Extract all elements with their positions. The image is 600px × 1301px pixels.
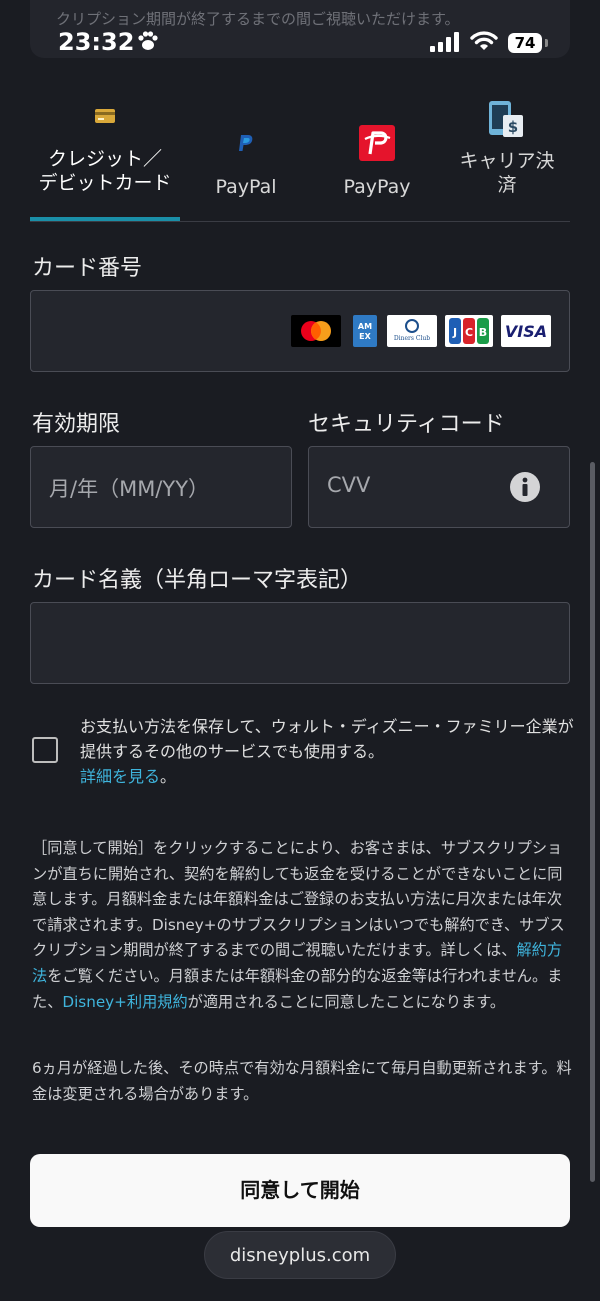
svg-text:EX: EX xyxy=(359,332,371,341)
tab-label: PayPay xyxy=(343,176,411,198)
cardholder-name-label: カード名義（半角ローマ字表記） xyxy=(32,568,363,593)
svg-text:$: $ xyxy=(508,118,518,136)
legal-text: ［同意して開始］をクリックすることにより、お客さまは、サブスクリプションが直ちに… xyxy=(32,836,572,1015)
svg-text:Diners Club: Diners Club xyxy=(394,335,430,342)
svg-text:B: B xyxy=(479,326,487,339)
wifi-icon xyxy=(470,31,498,50)
tab-carrier-billing[interactable]: $ キャリア決 済 xyxy=(444,95,570,223)
tabs-divider xyxy=(30,221,570,222)
expiry-input[interactable]: 月/年（MM/YY） xyxy=(30,446,292,528)
battery-icon: 74 xyxy=(508,33,542,53)
terms-link[interactable]: Disney+利用規約 xyxy=(62,993,187,1011)
diners-club-icon: Diners Club xyxy=(387,315,437,347)
svg-text:VISA: VISA xyxy=(505,322,547,341)
paw-icon xyxy=(138,31,158,50)
tab-paypal[interactable]: PayPal xyxy=(182,95,310,223)
info-icon[interactable] xyxy=(509,471,541,503)
cvv-input[interactable]: CVV xyxy=(308,446,570,528)
save-payment-checkbox[interactable] xyxy=(32,737,58,763)
legal-part1: ［同意して開始］をクリックすることにより、お客さまは、サブスクリプションが直ちに… xyxy=(32,839,565,960)
signal-icon xyxy=(430,32,459,52)
url-bar[interactable]: disneyplus.com xyxy=(204,1231,396,1279)
save-payment-description: お支払い方法を保存して、ウォルト・ディズニー・ファミリー企業が提供するその他のサ… xyxy=(80,717,574,761)
paypal-icon xyxy=(239,135,253,151)
details-link[interactable]: 詳細を見る xyxy=(80,767,160,786)
card-number-input[interactable]: AM EX Diners Club J C B VISA xyxy=(30,290,570,372)
status-time: 23:32 xyxy=(58,28,135,56)
jcb-icon: J C B xyxy=(445,315,493,347)
svg-text:AM: AM xyxy=(358,322,372,331)
card-number-label: カード番号 xyxy=(32,256,143,281)
mastercard-icon xyxy=(291,315,341,347)
paypay-icon xyxy=(359,125,395,161)
legal-part3: が適用されることに同意したことになります。 xyxy=(187,992,506,1011)
agree-and-start-button[interactable]: 同意して開始 xyxy=(30,1154,570,1227)
amex-icon: AM EX xyxy=(353,315,377,347)
tab-label: PayPal xyxy=(215,176,277,198)
status-bar: 23:32 74 xyxy=(0,0,600,90)
svg-text:C: C xyxy=(465,326,473,339)
expiry-placeholder: 月/年（MM/YY） xyxy=(49,477,210,501)
tab-label: クレジット／ デビットカード xyxy=(38,148,172,194)
cardholder-name-input[interactable] xyxy=(30,602,570,684)
visa-icon: VISA xyxy=(501,315,551,347)
payment-method-tabs: クレジット／ デビットカード PayPal PayPay $ キャリア決 済 xyxy=(30,95,570,223)
save-payment-text: お支払い方法を保存して、ウォルト・ディズニー・ファミリー企業が提供するその他のサ… xyxy=(80,714,580,789)
tab-paypay[interactable]: PayPay xyxy=(312,95,442,223)
card-brand-logos: AM EX Diners Club J C B VISA xyxy=(291,315,551,347)
svg-text:J: J xyxy=(452,326,457,339)
credit-card-icon xyxy=(95,109,115,123)
expiry-label: 有効期限 xyxy=(32,412,121,437)
tab-credit-card[interactable]: クレジット／ デビットカード xyxy=(30,95,180,223)
security-code-label: セキュリティコード xyxy=(308,412,505,437)
carrier-billing-icon: $ xyxy=(489,101,523,137)
tab-label: キャリア決 済 xyxy=(459,150,555,196)
cvv-placeholder: CVV xyxy=(327,473,371,497)
scrollbar[interactable] xyxy=(590,462,595,1182)
battery-tip xyxy=(545,39,548,47)
auto-renew-text: 6ヵ月が経過した後、その時点で有効な月額料金にて毎月自動更新されます。料金は変更… xyxy=(32,1059,572,1103)
save-payment-suffix: 。 xyxy=(160,767,177,786)
